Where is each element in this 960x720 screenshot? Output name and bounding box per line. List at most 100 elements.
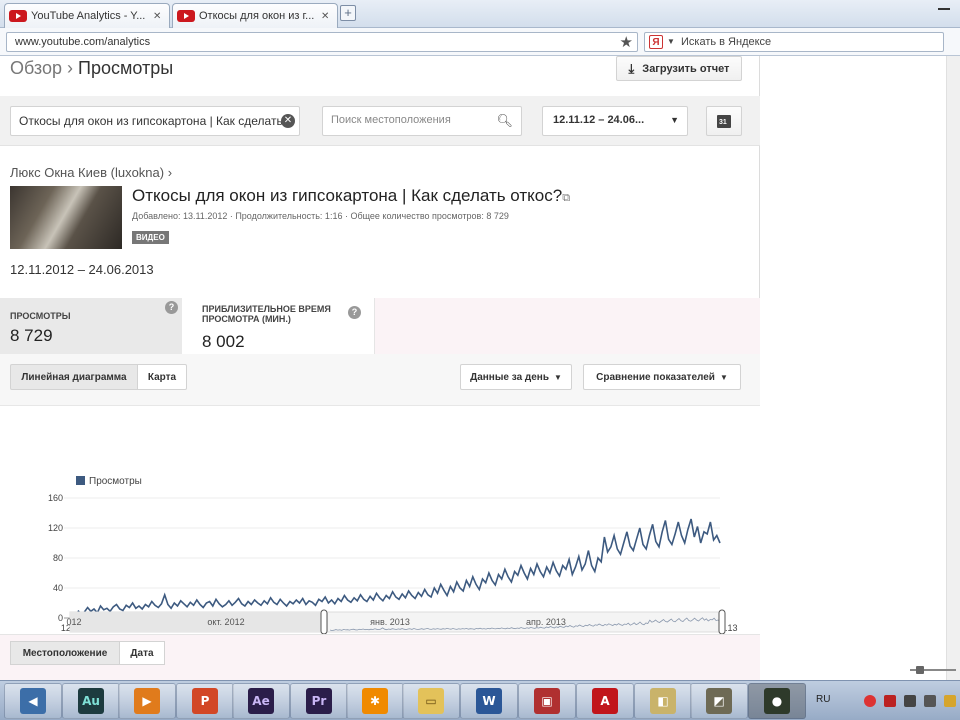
chevron-down-icon: ▼ — [670, 115, 679, 125]
date-range-value: 12.11.12 – 24.06... — [553, 114, 645, 126]
y-tick-label: 80 — [53, 553, 63, 563]
tab-date-label: Дата — [130, 647, 154, 659]
calendar-button[interactable] — [706, 106, 742, 136]
system-tray: RU — [812, 683, 960, 719]
media-player-icon: ▶ — [134, 688, 160, 714]
taskbar-app-media[interactable]: ▶ — [118, 683, 176, 719]
zoom-slider[interactable] — [910, 666, 956, 674]
export-label: Загрузить отчет — [642, 62, 730, 75]
taskbar-app-explorer[interactable]: ▭ — [402, 683, 460, 719]
y-tick-label: 40 — [53, 583, 63, 593]
tray-icon-app[interactable] — [884, 695, 896, 707]
per-day-label: Данные за день — [470, 371, 549, 383]
legend-label: Просмотры — [89, 476, 142, 487]
taskbar-app-avast[interactable]: ✱ — [346, 683, 404, 719]
metric-label-line1: ПРИБЛИЗИТЕЛЬНОЕ ВРЕМЯ — [202, 304, 331, 314]
tab-map[interactable]: Карта — [137, 364, 187, 390]
metric-cards: ПРОСМОТРЫ 8 729 ? ПРИБЛИЗИТЕЛЬНОЕ ВРЕМЯ … — [0, 298, 760, 354]
taskbar-app-powerpoint[interactable]: P — [176, 683, 234, 719]
clear-filter-icon[interactable]: ✕ — [281, 114, 295, 128]
download-icon: ⤓ — [628, 60, 635, 76]
analytics-content: Обзор › Просмотры ⤓ Загрузить отчет Отко… — [0, 56, 760, 680]
new-tab-button[interactable]: + — [340, 5, 356, 21]
taskbar-app-files2[interactable]: ◩ — [690, 683, 748, 719]
pdf-icon: A — [592, 688, 618, 714]
external-link-icon[interactable]: ⧉ — [562, 192, 570, 204]
breadcrumb-root[interactable]: Обзор — [10, 58, 62, 78]
tab-location-label: Местоположение — [22, 647, 108, 659]
tray-icon-flag[interactable] — [904, 695, 916, 707]
metric-label: ПРИБЛИЗИТЕЛЬНОЕ ВРЕМЯ ПРОСМОТРА (МИН.) — [202, 304, 331, 324]
language-indicator[interactable]: RU — [816, 694, 830, 705]
tab-line-chart[interactable]: Линейная диаграмма — [10, 364, 138, 390]
taskbar-app-premiere[interactable]: Pr — [290, 683, 348, 719]
image-viewer-icon: ▣ — [534, 688, 560, 714]
tab-close-icon[interactable]: ✕ — [153, 11, 161, 22]
search-icon[interactable]: 🔍︎ — [496, 113, 513, 129]
browser-tab-analytics[interactable]: YouTube Analytics - Y... ✕ — [4, 3, 170, 28]
location-placeholder: Поиск местоположения — [331, 114, 451, 126]
youtube-icon — [9, 10, 27, 22]
metric-card-views[interactable]: ПРОСМОТРЫ 8 729 ? — [0, 298, 182, 354]
tab-map-label: Карта — [147, 371, 177, 383]
tray-icon-record[interactable] — [864, 695, 876, 707]
timeline-handle[interactable] — [320, 609, 328, 634]
timeline-label: апр. 2013 — [526, 617, 566, 627]
tray-icon-network[interactable] — [924, 695, 936, 707]
video-title-text: Откосы для окон из гипсокартона | Как сд… — [132, 186, 563, 205]
export-report-button[interactable]: ⤓ Загрузить отчет — [616, 56, 742, 81]
scrollbar[interactable] — [946, 56, 960, 680]
video-meta: Добавлено: 13.11.2012 · Продолжительност… — [132, 211, 509, 221]
avast-icon: ✱ — [362, 688, 388, 714]
right-margin — [760, 56, 960, 680]
breadcrumb-separator: › — [67, 58, 74, 78]
timeline-label: янв. 2013 — [370, 617, 410, 627]
compare-metrics-dropdown[interactable]: Сравнение показателей ▼ — [583, 364, 741, 390]
taskbar-app-image[interactable]: ▣ — [518, 683, 576, 719]
tab-location[interactable]: Местоположение — [10, 641, 120, 665]
metric-label-line2: ПРОСМОТРА (МИН.) — [202, 314, 291, 324]
tab-date[interactable]: Дата — [119, 641, 165, 665]
youtube-icon — [177, 10, 195, 22]
chart-toolbar: Линейная диаграмма Карта Данные за день … — [0, 354, 760, 406]
chevron-down-icon[interactable]: ▼ — [667, 37, 675, 46]
taskbar-app-pdf[interactable]: A — [576, 683, 634, 719]
help-icon[interactable]: ? — [165, 301, 178, 314]
video-title[interactable]: Откосы для окон из гипсокартона | Как сд… — [132, 186, 570, 206]
tab-close-icon[interactable]: ✕ — [321, 11, 329, 22]
yandex-icon: Я — [649, 35, 663, 49]
taskbar-app-camera[interactable]: ● — [748, 683, 806, 719]
bookmark-star-icon[interactable]: ★ — [620, 33, 633, 51]
channel-link[interactable]: Люкс Окна Киев (luxokna) › — [10, 165, 172, 180]
breadcrumb: Обзор › Просмотры — [10, 58, 173, 79]
taskbar-app-aftereffects[interactable]: Ae — [232, 683, 290, 719]
y-tick-label: 0 — [58, 613, 63, 623]
taskbar-app-speaker[interactable]: ◀ — [4, 683, 62, 719]
metric-value: 8 729 — [10, 326, 53, 345]
tab-line-chart-label: Линейная диаграмма — [21, 371, 127, 383]
yandex-search-box[interactable]: Я ▼ Искать в Яндексе — [644, 32, 944, 52]
video-filter-text: Откосы для окон из гипсокартона | Как сд… — [19, 114, 283, 128]
date-range-select[interactable]: 12.11.12 – 24.06... ▼ — [542, 106, 688, 136]
help-icon[interactable]: ? — [348, 306, 361, 319]
video-filter[interactable]: Откосы для окон из гипсокартона | Как сд… — [10, 106, 300, 136]
timeline-label: 012 — [66, 617, 81, 627]
timeline-handle[interactable] — [718, 609, 726, 634]
address-bar[interactable]: www.youtube.com/analytics ★ — [6, 32, 638, 52]
per-day-dropdown[interactable]: Данные за день ▼ — [460, 364, 572, 390]
metric-card-watch-time[interactable]: ПРИБЛИЗИТЕЛЬНОЕ ВРЕМЯ ПРОСМОТРА (МИН.) 8… — [182, 298, 375, 354]
location-search-input[interactable]: Поиск местоположения 🔍︎ — [322, 106, 522, 136]
report-period: 12.11.2012 – 24.06.2013 — [10, 262, 154, 277]
page-viewport: Обзор › Просмотры ⤓ Загрузить отчет Отко… — [0, 56, 960, 680]
views-line-chart[interactable]: Просмотры0408012016012.11.1214.12.1215.0… — [0, 406, 760, 634]
legend-swatch — [76, 476, 85, 485]
taskbar: ◀ Au ▶ P Ae Pr ✱ ▭ W ▣ A ◧ ◩ ● RU — [0, 680, 960, 720]
taskbar-app-word[interactable]: W — [460, 683, 518, 719]
compare-label: Сравнение показателей — [596, 371, 715, 383]
tray-icon-volume[interactable] — [944, 695, 956, 707]
browser-tab-video[interactable]: Откосы для окон из г... ✕ — [172, 3, 338, 28]
minimize-icon[interactable] — [938, 8, 950, 10]
taskbar-app-audition[interactable]: Au — [62, 683, 120, 719]
video-thumbnail[interactable] — [10, 186, 122, 249]
taskbar-app-files[interactable]: ◧ — [634, 683, 692, 719]
